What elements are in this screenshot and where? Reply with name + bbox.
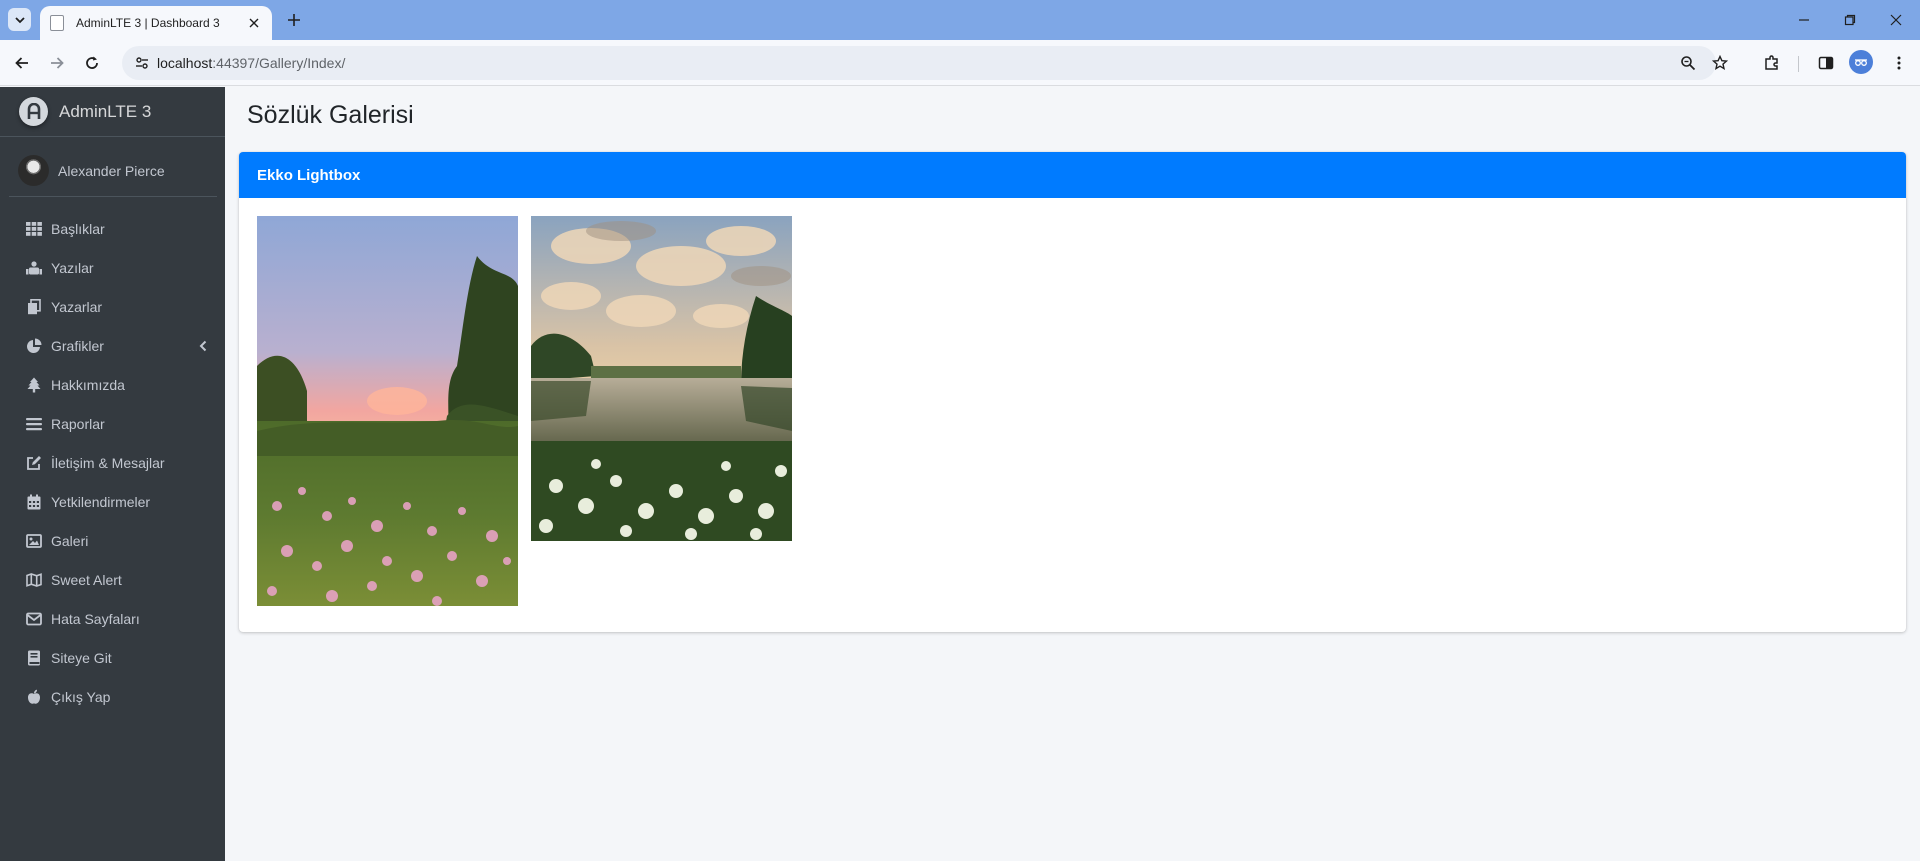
sidebar-item-sweet-alert[interactable]: Sweet Alert: [9, 560, 217, 599]
sidebar-item-raporlar[interactable]: Raporlar: [9, 404, 217, 443]
url-host: localhost: [157, 55, 213, 71]
sidebar-menu: Başlıklar Yazılar Yazarlar Grafikler Hak…: [9, 209, 217, 716]
sidebar-item-label: Hakkımızda: [51, 376, 125, 393]
new-tab-button[interactable]: [282, 8, 306, 32]
sidebar-item-galeri[interactable]: Galeri: [9, 521, 217, 560]
browser-tab-bar: AdminLTE 3 | Dashboard 3: [0, 0, 1920, 40]
book-icon: [25, 649, 43, 667]
sidebar-item-label: Sweet Alert: [51, 571, 122, 588]
arrow-right-icon: [51, 57, 64, 69]
sidebar-item-label: Başlıklar: [51, 220, 105, 237]
tab-search-button[interactable]: [8, 8, 31, 31]
restore-icon: [1844, 14, 1856, 26]
sidebar-item-label: Hata Sayfaları: [51, 610, 140, 627]
sidebar-item-yazilar[interactable]: Yazılar: [9, 248, 217, 287]
sidebar-item-label: Grafikler: [51, 337, 104, 354]
sidebar-item-label: Galeri: [51, 532, 89, 549]
reload-button[interactable]: [78, 49, 106, 77]
bars-icon: [25, 415, 43, 433]
browser-tab[interactable]: AdminLTE 3 | Dashboard 3: [40, 6, 272, 40]
sidebar-item-hata-sayfalari[interactable]: Hata Sayfaları: [9, 599, 217, 638]
more-vert-icon: [1897, 56, 1901, 70]
brand-logo-icon: [19, 97, 48, 126]
restore-button[interactable]: [1827, 0, 1873, 40]
gallery-image-meadow-sunset[interactable]: [257, 216, 518, 606]
sidebar-item-grafikler[interactable]: Grafikler: [9, 326, 217, 365]
gallery-card: Ekko Lightbox: [239, 152, 1906, 632]
gallery-image-lake-clouds[interactable]: [531, 216, 792, 541]
sidebar-item-basliklar[interactable]: Başlıklar: [9, 209, 217, 248]
zoom-icon: [1681, 56, 1696, 71]
sidebar-item-iletisim[interactable]: İletişim & Mesajlar: [9, 443, 217, 482]
users-icon: [25, 259, 43, 277]
user-panel[interactable]: Alexander Pierce: [9, 145, 217, 197]
brand-link[interactable]: AdminLTE 3: [0, 87, 225, 137]
sidebar-item-yetkilendirmeler[interactable]: Yetkilendirmeler: [9, 482, 217, 521]
incognito-icon: [1855, 59, 1867, 66]
calendar-icon: [25, 493, 43, 511]
sidebar-item-label: Çıkış Yap: [51, 688, 111, 705]
tune-icon: [136, 57, 148, 69]
extensions-button[interactable]: [1758, 49, 1786, 77]
side-panel-icon: [1818, 56, 1834, 70]
user-name: Alexander Pierce: [58, 162, 165, 179]
browser-menu-button[interactable]: [1885, 49, 1913, 77]
map-icon: [25, 571, 43, 589]
image-icon: [25, 532, 43, 550]
close-tab-button[interactable]: [246, 15, 262, 31]
tab-title: AdminLTE 3 | Dashboard 3: [76, 16, 220, 30]
chevron-left-icon: [199, 339, 207, 357]
sidebar-item-label: Yazarlar: [51, 298, 103, 315]
url-path: :44397/Gallery/Index/: [212, 55, 346, 71]
page-title: Sözlük Galerisi: [247, 101, 414, 129]
sidebar-item-yazarlar[interactable]: Yazarlar: [9, 287, 217, 326]
browser-toolbar: localhost:44397/Gallery/Index/: [0, 40, 1920, 86]
reload-icon: [86, 56, 98, 69]
envelope-icon: [25, 610, 43, 628]
site-info-button[interactable]: [130, 51, 154, 75]
sidebar-item-siteye-git[interactable]: Siteye Git: [9, 638, 217, 677]
chart-pie-icon: [25, 337, 43, 355]
address-bar[interactable]: localhost:44397/Gallery/Index/: [122, 46, 1728, 80]
toolbar-divider: [1798, 56, 1799, 72]
chevron-down-icon: [14, 16, 25, 23]
puzzle-icon: [1765, 55, 1778, 70]
tree-icon: [25, 376, 43, 394]
copy-icon: [25, 298, 43, 316]
card-header: Ekko Lightbox: [239, 152, 1906, 198]
sidebar-item-label: Yazılar: [51, 259, 94, 276]
brand-text: AdminLTE 3: [59, 101, 152, 121]
back-button[interactable]: [8, 49, 36, 77]
sidebar-item-hakkimizda[interactable]: Hakkımızda: [9, 365, 217, 404]
sidebar-item-cikis-yap[interactable]: Çıkış Yap: [9, 677, 217, 716]
avatar: [18, 155, 49, 186]
close-icon: [249, 18, 259, 28]
sidebar-item-label: İletişim & Mesajlar: [51, 454, 165, 471]
apple-icon: [25, 688, 43, 706]
zoom-button[interactable]: [1676, 51, 1700, 75]
close-window-button[interactable]: [1873, 0, 1919, 40]
table-icon: [25, 220, 43, 238]
bookmark-button[interactable]: [1708, 51, 1732, 75]
forward-button[interactable]: [43, 49, 71, 77]
profile-avatar-button[interactable]: [1849, 50, 1873, 74]
plus-icon: [288, 14, 300, 26]
main-sidebar: AdminLTE 3 Alexander Pierce Başlıklar Ya…: [0, 87, 225, 861]
minimize-icon: [1799, 19, 1809, 21]
edit-icon: [25, 454, 43, 472]
url-text: localhost:44397/Gallery/Index/: [157, 55, 345, 71]
sidebar-item-label: Siteye Git: [51, 649, 112, 666]
page-favicon-icon: [50, 15, 64, 31]
card-title: Ekko Lightbox: [257, 166, 361, 184]
sidebar-item-label: Raporlar: [51, 415, 105, 432]
side-panel-button[interactable]: [1812, 49, 1840, 77]
close-icon: [1890, 14, 1902, 26]
arrow-left-icon: [15, 57, 28, 69]
minimize-button[interactable]: [1781, 0, 1827, 40]
star-icon: [1712, 55, 1728, 71]
sidebar-item-label: Yetkilendirmeler: [51, 493, 151, 510]
